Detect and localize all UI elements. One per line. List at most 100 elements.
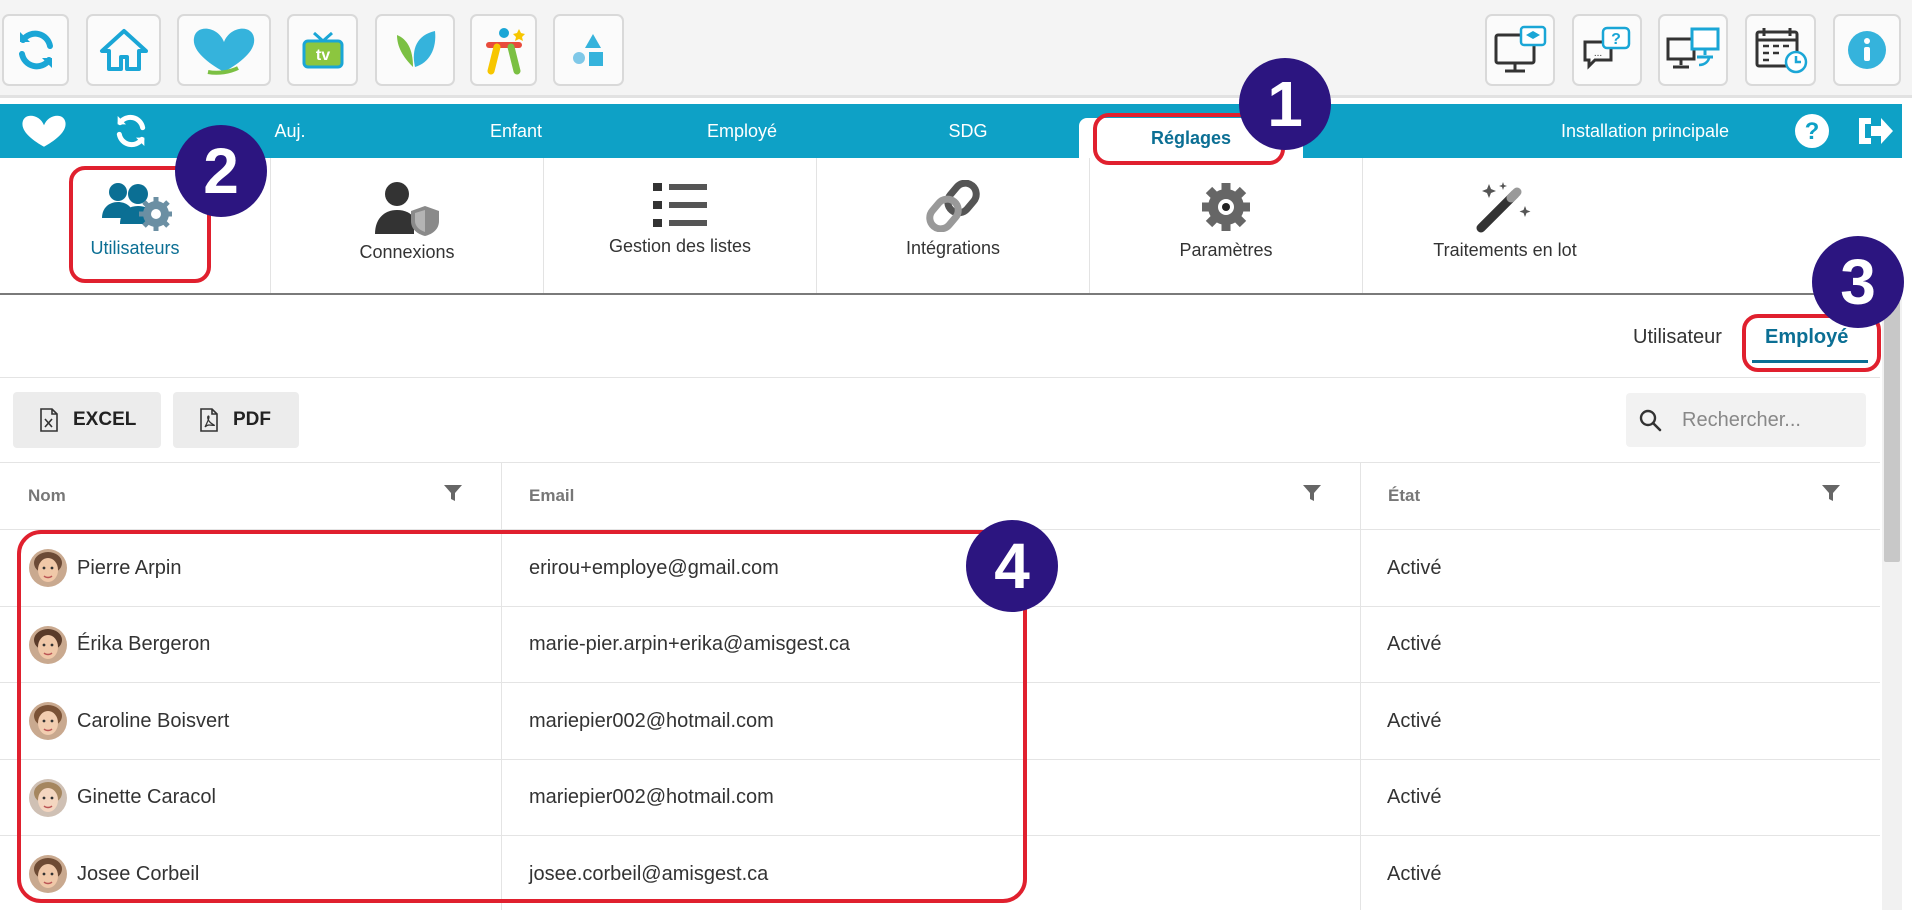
info-button[interactable] <box>1833 14 1901 86</box>
employees-table: Nom Email État Pierre Arpin erirou+emplo… <box>0 462 1880 910</box>
export-excel-button[interactable]: EXCEL <box>13 392 161 448</box>
subnav-integrations[interactable]: Intégrations <box>817 158 1089 293</box>
active-tab-underline <box>1752 360 1868 363</box>
table-row[interactable]: Pierre Arpin erirou+employe@gmail.com Ac… <box>0 530 1880 607</box>
home-button[interactable] <box>86 14 161 86</box>
name-cell: Josee Corbeil <box>29 836 199 910</box>
avatar <box>29 855 67 893</box>
training-icon <box>1494 25 1547 73</box>
shapes-app-button[interactable] <box>553 14 624 86</box>
logout-button[interactable] <box>1852 104 1896 158</box>
toggle-utilisateur[interactable]: Utilisateur <box>1633 326 1722 349</box>
leaf-icon <box>397 31 436 67</box>
training-button[interactable] <box>1485 14 1555 86</box>
list-icon <box>653 183 707 227</box>
filter-icon[interactable] <box>1821 483 1841 503</box>
kids-app-button[interactable] <box>470 14 537 86</box>
svg-text:?: ? <box>1611 31 1621 48</box>
employee-state: Activé <box>1387 556 1442 579</box>
nav-refresh-button[interactable] <box>108 104 154 158</box>
subnav-label: Paramètres <box>1179 240 1273 260</box>
butterfly-app-button[interactable] <box>177 14 271 86</box>
refresh-icon <box>18 30 53 70</box>
toggle-employe[interactable]: Employé <box>1765 326 1848 349</box>
annotation-badge: 2 <box>175 125 267 217</box>
users-gear-icon <box>102 183 172 231</box>
refresh-button[interactable] <box>2 14 69 86</box>
employee-email: marie-pier.arpin+erika@amisgest.ca <box>529 633 850 655</box>
search-icon <box>1639 409 1662 432</box>
magic-wand-icon <box>1476 182 1531 233</box>
employee-name: Caroline Boisvert <box>77 709 230 732</box>
svg-text:...: ... <box>1594 48 1602 59</box>
subnav-traitements-lot[interactable]: Traitements en lot <box>1363 158 1647 293</box>
subnav-gestion-listes[interactable]: Gestion des listes <box>544 158 816 293</box>
subnav-label: Gestion des listes <box>608 236 752 256</box>
help-button[interactable]: ? <box>1790 104 1834 158</box>
subnav-parametres[interactable]: Paramètres <box>1090 158 1362 293</box>
name-cell: Pierre Arpin <box>29 530 182 606</box>
link-icon <box>926 180 980 232</box>
help-icon: ? <box>1795 114 1829 148</box>
employee-name: Ginette Caracol <box>77 786 216 808</box>
employee-state: Activé <box>1387 786 1442 808</box>
shapes-icon <box>572 34 603 66</box>
kids-app-icon <box>485 28 525 75</box>
tab-enfant[interactable]: Enfant <box>460 104 572 158</box>
scrollbar-thumb[interactable] <box>1884 300 1900 562</box>
user-shield-icon <box>375 182 439 236</box>
table-row[interactable]: Érika Bergeron marie-pier.arpin+erika@am… <box>0 607 1880 683</box>
gear-icon <box>1202 183 1250 231</box>
column-divider <box>501 462 502 910</box>
home-logo-button[interactable] <box>14 104 74 158</box>
avatar <box>29 549 67 587</box>
tv-app-button[interactable]: tv <box>287 14 358 86</box>
subnav-connexions[interactable]: Connexions <box>271 158 543 293</box>
annotation-badge: 1 <box>1239 58 1331 150</box>
calendar-button[interactable] <box>1745 14 1816 86</box>
annotation-badge: 4 <box>966 520 1058 612</box>
search-box[interactable] <box>1626 393 1866 447</box>
employee-name: Érika Bergeron <box>77 633 211 655</box>
table-header: Nom Email État <box>0 462 1880 530</box>
pdf-label: PDF <box>233 409 271 430</box>
employee-email: mariepier002@hotmail.com <box>529 786 774 808</box>
column-header-etat[interactable]: État <box>1360 463 1420 529</box>
table-row[interactable]: Caroline Boisvert mariepier002@hotmail.c… <box>0 683 1880 760</box>
app-launcher-bar: tv ...? <box>0 0 1912 98</box>
column-header-nom[interactable]: Nom <box>0 463 66 529</box>
butterfly-logo-icon <box>193 28 255 75</box>
view-toggle: Utilisateur Employé <box>0 298 1880 378</box>
name-cell: Ginette Caracol <box>29 760 216 836</box>
avatar <box>29 702 67 740</box>
installation-selector[interactable]: Installation principale <box>1540 104 1750 158</box>
logout-icon <box>1859 118 1893 144</box>
butterfly-logo-icon <box>22 115 66 147</box>
home-icon <box>99 29 148 71</box>
leaf-app-button[interactable] <box>375 14 455 86</box>
help-chat-button[interactable]: ...? <box>1572 14 1642 86</box>
excel-label: EXCEL <box>73 409 137 430</box>
avatar <box>29 625 67 664</box>
search-input[interactable] <box>1682 408 1852 432</box>
employee-email: josee.corbeil@amisgest.ca <box>529 862 769 885</box>
calendar-clock-icon <box>1755 28 1807 74</box>
info-icon <box>1848 31 1886 69</box>
employee-state: Activé <box>1387 709 1442 732</box>
annotation-badge: 3 <box>1812 236 1904 328</box>
subnav-label: Connexions <box>359 242 455 262</box>
sync-screens-button[interactable] <box>1658 14 1728 86</box>
tab-employe[interactable]: Employé <box>680 104 804 158</box>
table-row[interactable]: Ginette Caracol mariepier002@hotmail.com… <box>0 760 1880 836</box>
export-pdf-button[interactable]: PDF <box>173 392 299 448</box>
filter-icon[interactable] <box>443 483 463 503</box>
subnav-label: Utilisateurs <box>90 238 180 258</box>
table-row[interactable]: Josee Corbeil josee.corbeil@amisgest.ca … <box>0 836 1880 910</box>
name-cell: Érika Bergeron <box>29 607 210 683</box>
tab-sdg[interactable]: SDG <box>920 104 1016 158</box>
filter-icon[interactable] <box>1302 483 1322 503</box>
column-header-email[interactable]: Email <box>501 463 574 529</box>
settings-subnav: Utilisateurs Connexions Gestion des list… <box>0 158 1902 295</box>
employee-name: Josee Corbeil <box>77 862 200 885</box>
avatar <box>29 778 67 817</box>
